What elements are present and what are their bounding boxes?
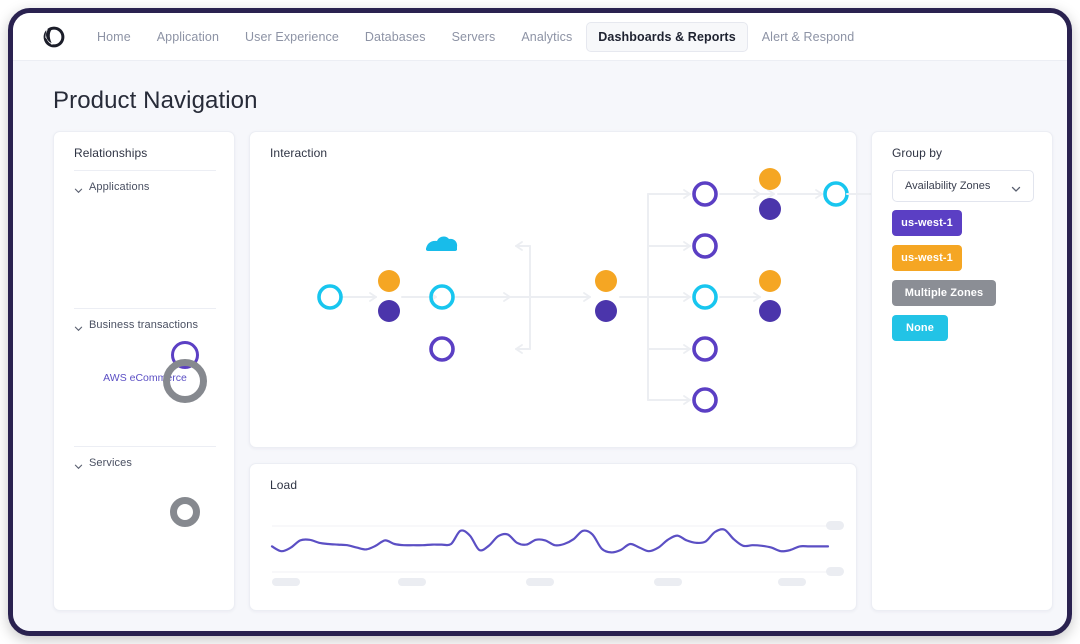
- graph-node-dot[interactable]: [759, 198, 781, 220]
- load-panel: Load: [249, 463, 857, 611]
- nav-item-application[interactable]: Application: [145, 22, 231, 52]
- browser-window-frame: Home Application User Experience Databas…: [8, 8, 1072, 636]
- x-axis-label-placeholder: [398, 578, 426, 586]
- x-axis-label-placeholder: [778, 578, 806, 586]
- nav-items-list: Home Application User Experience Databas…: [85, 21, 868, 52]
- x-axis-label-placeholder: [272, 578, 300, 586]
- load-line-chart[interactable]: [250, 464, 858, 612]
- group-by-title: Group by: [892, 146, 943, 160]
- graph-node-ring[interactable]: [317, 284, 343, 310]
- divider: [74, 308, 216, 309]
- graph-node-ring[interactable]: [692, 387, 718, 413]
- zone-chip-us-west-1-purple[interactable]: us-west-1: [892, 210, 962, 236]
- interaction-panel: Interaction: [249, 131, 911, 449]
- cloud-icon[interactable]: [426, 236, 458, 251]
- graph-node-dot[interactable]: [378, 270, 400, 292]
- chevron-down-icon: [74, 458, 83, 469]
- sidebar-section-label: Applications: [89, 181, 150, 193]
- graph-node-ring[interactable]: [692, 336, 718, 362]
- nav-item-dashboards-and-reports[interactable]: Dashboards & Reports: [586, 21, 748, 52]
- divider: [74, 446, 216, 447]
- zone-chip-us-west-1-orange[interactable]: us-west-1: [892, 245, 962, 271]
- graph-node-ring[interactable]: [692, 181, 718, 207]
- sidebar-section-label: Services: [89, 457, 132, 469]
- graph-node-dot[interactable]: [595, 270, 617, 292]
- load-series-line: [270, 528, 830, 554]
- y-axis-label-placeholder: [826, 567, 844, 576]
- graph-node-dot[interactable]: [759, 270, 781, 292]
- graph-node-dot[interactable]: [595, 300, 617, 322]
- x-axis-label-placeholder: [654, 578, 682, 586]
- group-by-select-value: Availability Zones: [905, 180, 991, 192]
- zone-chip-none[interactable]: None: [892, 315, 948, 341]
- business-transaction-node[interactable]: [163, 359, 207, 403]
- page-title: Product Navigation: [53, 87, 258, 114]
- x-axis-label-placeholder: [526, 578, 554, 586]
- chevron-down-icon: [74, 320, 83, 331]
- chevron-down-icon: [1011, 181, 1021, 192]
- graph-node-ring[interactable]: [692, 284, 718, 310]
- nav-item-alert-and-respond[interactable]: Alert & Respond: [750, 22, 867, 52]
- chevron-down-icon: [74, 182, 83, 193]
- nav-item-home[interactable]: Home: [85, 22, 143, 52]
- relationships-panel: Relationships Applications AWS eCommerce…: [53, 131, 235, 611]
- top-navigation-bar: Home Application User Experience Databas…: [13, 13, 1067, 61]
- nav-item-user-experience[interactable]: User Experience: [233, 22, 351, 52]
- graph-node-dot[interactable]: [378, 300, 400, 322]
- sidebar-section-label: Business transactions: [89, 319, 199, 331]
- service-node[interactable]: [170, 497, 200, 527]
- group-by-select[interactable]: Availability Zones: [892, 170, 1034, 202]
- appdynamics-swirl-logo-icon[interactable]: [41, 24, 67, 50]
- sidebar-section-services[interactable]: Services: [74, 457, 132, 469]
- nav-item-servers[interactable]: Servers: [440, 22, 508, 52]
- y-axis-label-placeholder: [826, 521, 844, 530]
- graph-node-ring[interactable]: [692, 233, 718, 259]
- relationships-title: Relationships: [74, 146, 148, 160]
- group-by-panel: Group by Availability Zones us-west-1 us…: [871, 131, 1053, 611]
- graph-node-dot[interactable]: [759, 300, 781, 322]
- graph-node-dot[interactable]: [759, 168, 781, 190]
- divider: [74, 170, 216, 171]
- sidebar-section-applications[interactable]: Applications: [74, 181, 150, 193]
- graph-node-ring[interactable]: [429, 336, 455, 362]
- nav-item-databases[interactable]: Databases: [353, 22, 438, 52]
- nav-item-analytics[interactable]: Analytics: [509, 22, 584, 52]
- zone-chip-multiple-zones[interactable]: Multiple Zones: [892, 280, 996, 306]
- interaction-node-graph[interactable]: [250, 132, 858, 449]
- sidebar-section-business-transactions[interactable]: Business transactions: [74, 319, 198, 331]
